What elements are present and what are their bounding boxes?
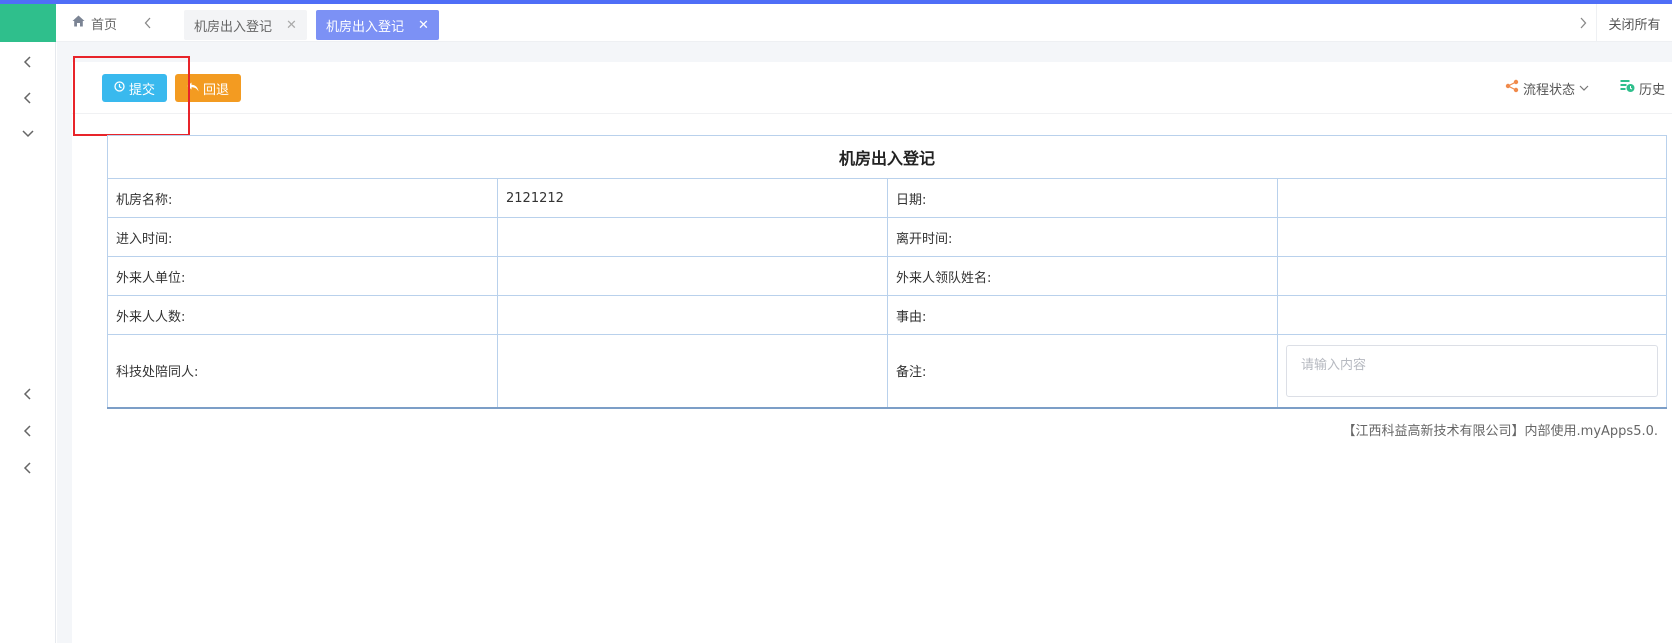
reason-field[interactable] xyxy=(1276,295,1668,335)
chevron-left-icon[interactable] xyxy=(20,90,36,106)
tab-home[interactable]: 首页 xyxy=(72,4,117,42)
registration-form-table: 机房出入登记 机房名称: 2121212 日期: 进入时间: 离开时间: 外来人… xyxy=(106,135,1668,409)
date-field[interactable] xyxy=(1276,178,1668,218)
visitor-count-label: 外来人人数: xyxy=(107,295,498,335)
visitor-unit-field[interactable] xyxy=(497,256,888,296)
close-all-tabs-button[interactable]: 关闭所有 xyxy=(1596,4,1672,42)
tab-bar: 首页 机房出入登记 ✕ 机房出入登记 ✕ 关闭所有 xyxy=(56,4,1672,42)
leave-time-label: 离开时间: xyxy=(887,217,1278,257)
enter-time-field[interactable] xyxy=(497,217,888,257)
share-nodes-icon xyxy=(1505,79,1519,97)
chevron-left-icon[interactable] xyxy=(20,386,36,402)
form-toolbar: 提交 回退 xyxy=(72,62,1672,114)
close-icon[interactable]: ✕ xyxy=(418,19,429,32)
remark-cell xyxy=(1276,334,1668,409)
flow-status-label: 流程状态 xyxy=(1523,82,1576,98)
remark-textarea[interactable] xyxy=(1286,344,1659,397)
chevron-down-icon xyxy=(1579,81,1589,96)
room-name-value[interactable]: 2121212 xyxy=(497,178,888,218)
visitor-leader-label: 外来人领队姓名: xyxy=(887,256,1278,296)
date-label: 日期: xyxy=(887,178,1278,218)
chevron-left-icon[interactable] xyxy=(20,423,36,439)
close-icon[interactable]: ✕ xyxy=(286,19,297,32)
tab-room-registration-2[interactable]: 机房出入登记 ✕ xyxy=(316,10,439,40)
history-button[interactable]: 历史 xyxy=(1620,62,1665,114)
leave-time-field[interactable] xyxy=(1276,217,1668,257)
sidebar xyxy=(0,4,56,643)
logo xyxy=(0,4,56,42)
home-icon xyxy=(72,15,85,31)
rollback-label: 回退 xyxy=(203,82,230,98)
tab-room-registration-1[interactable]: 机房出入登记 ✕ xyxy=(184,10,307,40)
enter-time-label: 进入时间: xyxy=(107,217,498,257)
form-title: 机房出入登记 xyxy=(106,135,1668,179)
tab-label: 机房出入登记 xyxy=(194,19,273,35)
history-icon xyxy=(1620,79,1635,97)
visitor-count-field[interactable] xyxy=(497,295,888,335)
flow-status-dropdown[interactable]: 流程状态 xyxy=(1505,62,1589,114)
escort-field[interactable] xyxy=(497,334,888,409)
chevron-left-icon[interactable] xyxy=(20,460,36,476)
tab-scroll-left-icon[interactable] xyxy=(140,15,156,31)
tab-label: 机房出入登记 xyxy=(326,19,405,35)
footer-copyright: 【江西科益高新技术有限公司】内部使用.myApps5.0. xyxy=(1342,424,1658,439)
chevron-down-icon[interactable] xyxy=(20,126,36,142)
visitor-leader-field[interactable] xyxy=(1276,256,1668,296)
history-label: 历史 xyxy=(1639,82,1666,98)
remark-label: 备注: xyxy=(887,334,1278,409)
visitor-unit-label: 外来人单位: xyxy=(107,256,498,296)
room-name-label: 机房名称: xyxy=(107,178,498,218)
chevron-left-icon[interactable] xyxy=(20,54,36,70)
tab-home-label: 首页 xyxy=(91,17,118,33)
reason-label: 事由: xyxy=(887,295,1278,335)
tab-scroll-right-icon[interactable] xyxy=(1575,15,1591,31)
highlight-annotation-box xyxy=(73,56,190,136)
escort-label: 科技处陪同人: xyxy=(107,334,498,409)
